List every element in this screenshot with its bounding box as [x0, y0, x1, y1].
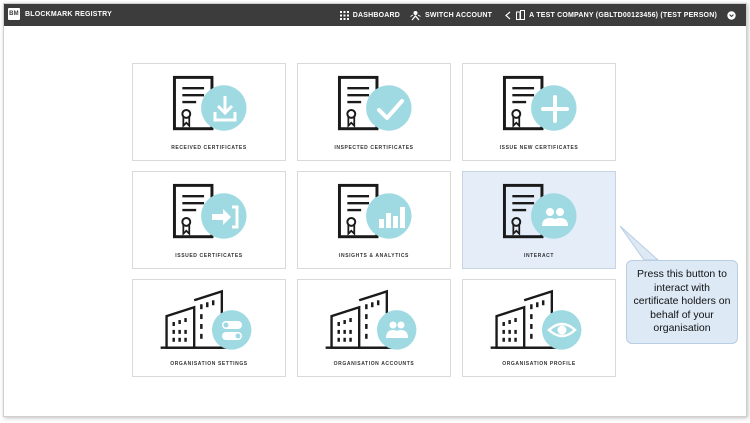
people-icon	[533, 195, 577, 244]
tile-label: ORGANISATION SETTINGS	[170, 361, 248, 367]
top-bar: BM BLOCKMARK REGISTRY DASHBOARD SWITCH A…	[4, 4, 746, 26]
dashboard-link[interactable]: DASHBOARD	[339, 10, 401, 20]
bar-chart-icon	[368, 195, 412, 244]
tile-label: ORGANISATION ACCOUNTS	[333, 361, 415, 367]
building-art	[490, 289, 582, 350]
organisation-settings-tile[interactable]: ORGANISATION SETTINGS	[132, 279, 286, 377]
switch-account-label: SWITCH ACCOUNT	[425, 11, 493, 19]
tile-label: ISSUE NEW CERTIFICATES	[499, 145, 579, 151]
switch-icon	[410, 10, 421, 21]
toggle-icon	[213, 311, 251, 354]
app-logo[interactable]: BM	[8, 8, 20, 20]
tile-label: INTERACT	[523, 253, 555, 259]
tile-label: INSIGHTS & ANALYTICS	[339, 253, 409, 259]
back-icon	[504, 11, 512, 20]
account-menu[interactable]: A TEST COMPANY (GBLTD00123456) (TEST PER…	[504, 10, 736, 20]
tile-label: INSPECTED CERTIFICATES	[334, 145, 414, 151]
insights-analytics-tile[interactable]: INSIGHTS & ANALYTICS	[297, 171, 451, 269]
switch-account-link[interactable]: SWITCH ACCOUNT	[410, 10, 492, 21]
chevron-down-icon	[727, 10, 736, 20]
tile-label: ISSUED CERTIFICATES	[175, 253, 243, 259]
app-window: BM BLOCKMARK REGISTRY DASHBOARD SWITCH A…	[3, 3, 747, 417]
organisation-accounts-tile[interactable]: ORGANISATION ACCOUNTS	[297, 279, 451, 377]
eye-icon	[543, 311, 581, 354]
issued-certificates-tile[interactable]: ISSUED CERTIFICATES	[132, 171, 286, 269]
inspected-certificates-tile[interactable]: INSPECTED CERTIFICATES	[297, 63, 451, 161]
company-icon	[516, 10, 526, 20]
download-icon	[203, 87, 247, 136]
help-callout: Press this button to interact with certi…	[626, 260, 738, 344]
building-art	[160, 289, 252, 350]
plus-icon	[533, 87, 577, 136]
organisation-profile-tile[interactable]: ORGANISATION PROFILE	[462, 279, 616, 377]
app-title[interactable]: BLOCKMARK REGISTRY	[25, 11, 112, 18]
send-arrow-icon	[203, 195, 247, 244]
tile-label: ORGANISATION PROFILE	[502, 361, 576, 367]
interact-tile[interactable]: INTERACT	[462, 171, 616, 269]
top-nav: DASHBOARD SWITCH ACCOUNT A TEST COMPANY …	[339, 4, 736, 26]
received-certificates-tile[interactable]: RECEIVED CERTIFICATES	[132, 63, 286, 161]
account-label: A TEST COMPANY (GBLTD00123456) (TEST PER…	[529, 11, 717, 19]
check-icon	[368, 87, 412, 136]
callout-text: Press this button to interact with certi…	[633, 268, 731, 334]
people-icon	[378, 311, 416, 354]
tile-label: RECEIVED CERTIFICATES	[171, 145, 247, 151]
dashboard-label: DASHBOARD	[352, 11, 401, 19]
issue-new-certificates-tile[interactable]: ISSUE NEW CERTIFICATES	[462, 63, 616, 161]
grid-icon	[339, 10, 349, 20]
building-art	[325, 289, 417, 350]
